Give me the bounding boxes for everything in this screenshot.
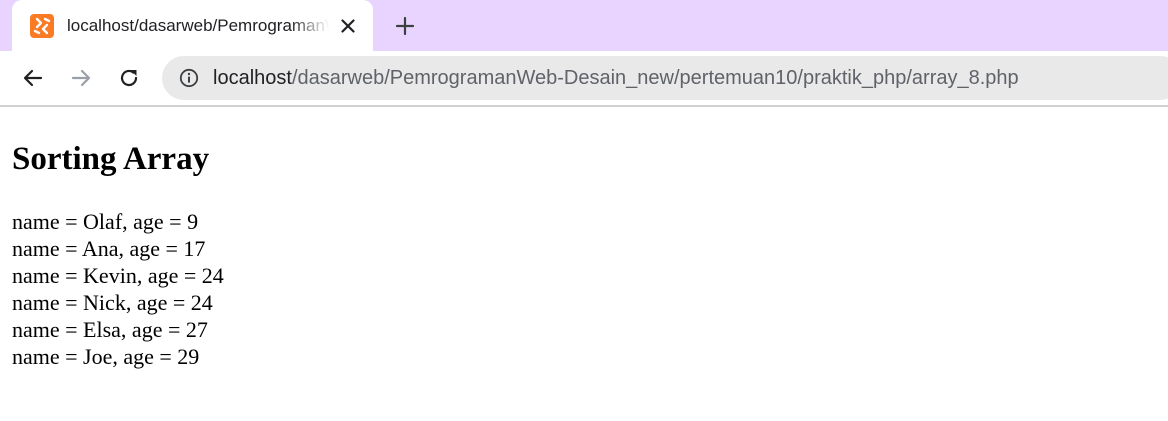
xampp-favicon-icon [30, 14, 54, 38]
reload-icon[interactable] [114, 63, 144, 93]
browser-tab[interactable]: localhost/dasarweb/PemrogramanWeb-Desain… [12, 0, 373, 51]
new-tab-plus-icon[interactable] [391, 12, 419, 40]
forward-arrow-icon[interactable] [66, 63, 96, 93]
list-item: name = Kevin, age = 24 [12, 263, 224, 288]
tab-strip: localhost/dasarweb/PemrogramanWeb-Desain… [0, 0, 1168, 51]
address-bar[interactable]: localhost/dasarweb/PemrogramanWeb-Desain… [162, 56, 1168, 100]
back-arrow-icon[interactable] [18, 63, 48, 93]
list-item: name = Ana, age = 17 [12, 236, 206, 261]
url-path: /dasarweb/PemrogramanWeb-Desain_new/pert… [291, 67, 1019, 89]
tab-title: localhost/dasarweb/PemrogramanWeb-Desain… [67, 16, 329, 35]
list-item: name = Nick, age = 24 [12, 290, 213, 315]
list-item: name = Joe, age = 29 [12, 344, 200, 369]
browser-toolbar: localhost/dasarweb/PemrogramanWeb-Desain… [0, 51, 1168, 107]
tab-close-icon[interactable] [337, 15, 359, 37]
url-text[interactable]: localhost/dasarweb/PemrogramanWeb-Desain… [213, 65, 1019, 91]
url-host: localhost [213, 67, 292, 89]
sorted-array-list: name = Olaf, age = 9 name = Ana, age = 1… [12, 208, 224, 370]
list-item: name = Olaf, age = 9 [12, 209, 199, 234]
info-icon[interactable] [178, 67, 200, 89]
list-item: name = Elsa, age = 27 [12, 317, 208, 342]
page-heading: Sorting Array [12, 141, 210, 177]
